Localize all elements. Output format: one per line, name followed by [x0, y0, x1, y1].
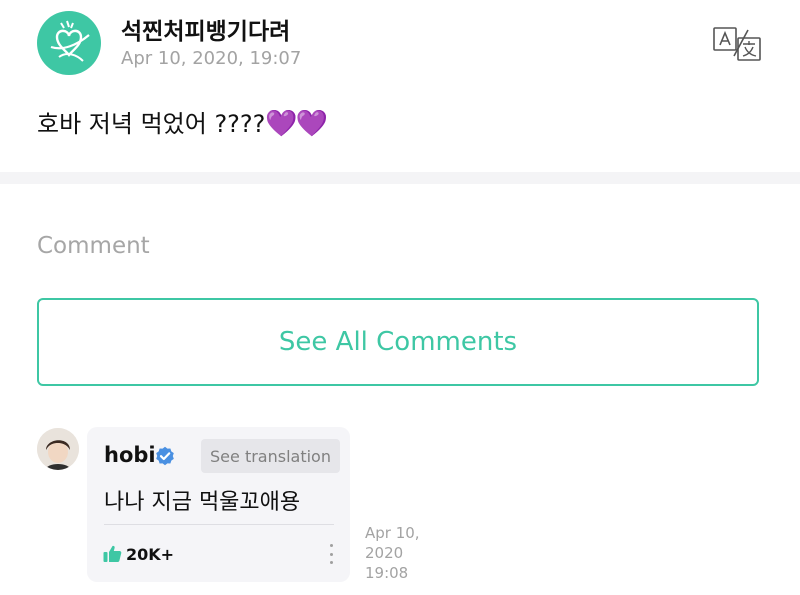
- post-timestamp: Apr 10, 2020, 19:07: [121, 48, 302, 69]
- more-vertical-icon[interactable]: [325, 544, 337, 564]
- comment-text: 나나 지금 먹울꼬애용: [104, 490, 301, 515]
- post-header: 석찐처피뱅기다려 Apr 10, 2020, 19:07: [0, 0, 800, 80]
- comment-timestamp-line: Apr 10,: [365, 524, 420, 542]
- see-translation-button[interactable]: See translation: [201, 439, 340, 473]
- purple-hearts: 💜💜: [265, 109, 328, 139]
- translate-icon: [713, 27, 761, 61]
- profile-photo-icon: [37, 428, 79, 470]
- verified-badge-icon: [156, 446, 174, 466]
- like-count[interactable]: 20K+: [126, 545, 174, 564]
- comment-timestamp: Apr 10, 2020 19:08: [365, 523, 435, 583]
- comment-card: hobi See translation 나나 지금 먹울꼬애용 20K+: [87, 427, 350, 582]
- commenter-name[interactable]: hobi: [104, 443, 156, 467]
- post-author-avatar[interactable]: [37, 11, 101, 75]
- post-author-name[interactable]: 석찐처피뱅기다려: [121, 12, 290, 46]
- logo-avatar-icon: [50, 20, 90, 62]
- comment-timestamp-line: 19:08: [365, 564, 409, 582]
- see-all-comments-button[interactable]: See All Comments: [37, 298, 759, 386]
- post-text: 호바 저녁 먹었어 ????: [37, 110, 266, 138]
- section-divider: [0, 172, 800, 184]
- comment-section-heading: Comment: [37, 233, 150, 259]
- comment-timestamp-line: 2020: [365, 544, 404, 562]
- thumbs-up-icon[interactable]: [103, 545, 122, 563]
- comment-divider: [104, 524, 334, 525]
- commenter-avatar[interactable]: [37, 428, 79, 470]
- post-body: 호바 저녁 먹었어 ????💜💜: [37, 104, 328, 139]
- translate-button[interactable]: [712, 26, 762, 62]
